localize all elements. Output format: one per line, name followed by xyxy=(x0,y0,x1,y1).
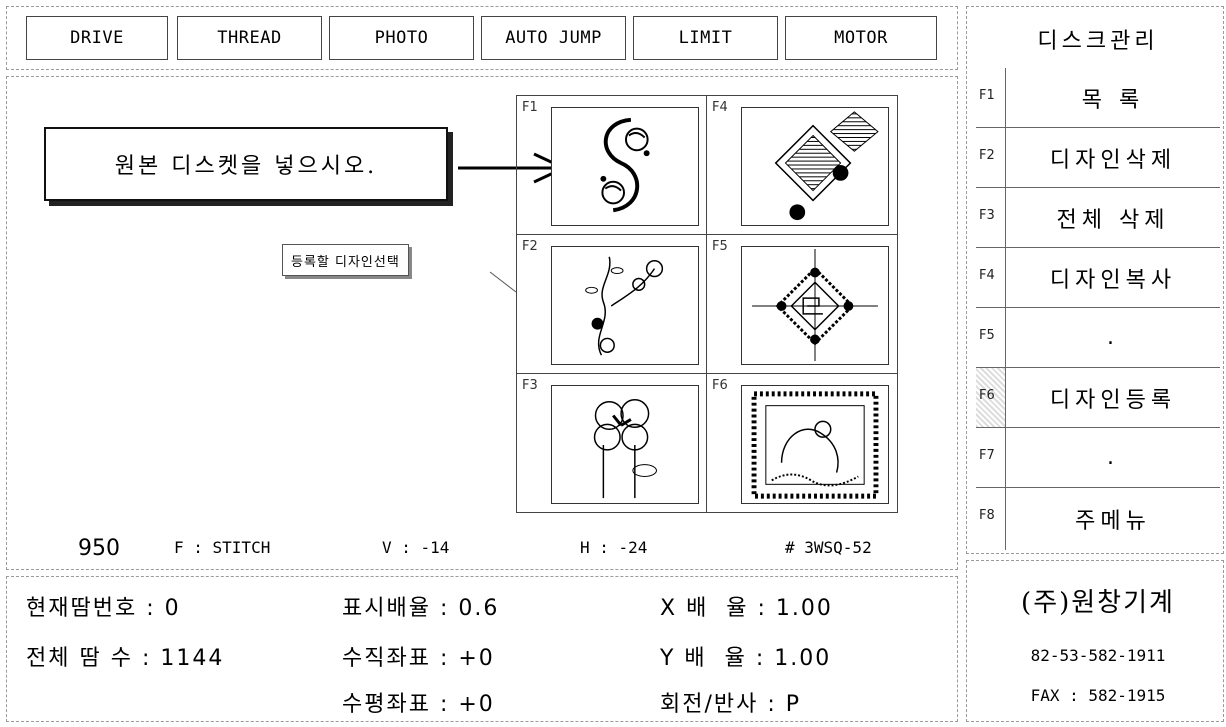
function-key-label: F8 xyxy=(976,488,1006,550)
sidebar-item-f7-empty[interactable]: F7 . xyxy=(976,428,1220,488)
design-thumbnail xyxy=(741,385,889,504)
slot-key-label: F5 xyxy=(712,239,728,254)
auto-jump-button[interactable]: AUTO JUMP xyxy=(481,16,626,60)
motor-button[interactable]: MOTOR xyxy=(785,16,937,60)
design-thumbnail xyxy=(741,246,889,365)
function-key-label: F2 xyxy=(976,128,1006,187)
sidebar-item-label: 디자인복사 xyxy=(1049,267,1177,293)
slot-key-label: F3 xyxy=(522,378,538,393)
design-slot-f3[interactable]: F3 xyxy=(517,374,707,512)
design-thumbnail xyxy=(551,246,699,365)
company-phone: 82-53-582-1911 xyxy=(1030,646,1166,665)
select-design-callout: 등록할 디자인선택 xyxy=(282,244,409,276)
function-key-label: F5 xyxy=(976,308,1006,367)
mode-status: F : STITCH xyxy=(174,538,271,557)
design-thumbnail xyxy=(741,107,889,226)
design-slot-f6[interactable]: F6 xyxy=(707,374,897,512)
total-stitch-count: 전체 땀 수 : 1144 xyxy=(26,646,225,671)
function-key-label: F3 xyxy=(976,188,1006,247)
horizontal-status: H : -24 xyxy=(580,538,648,557)
current-stitch-number: 현재땀번호 : 0 xyxy=(26,596,181,621)
design-slot-f4[interactable]: F4 xyxy=(707,96,897,234)
slot-key-label: F4 xyxy=(712,100,728,115)
function-key-label: F1 xyxy=(976,68,1006,127)
floral-vine-design-icon xyxy=(585,256,664,356)
display-scale: 표시배율 : 0.6 xyxy=(342,596,500,621)
design-code: # 3WSQ-52 xyxy=(785,538,872,557)
design-slot-f1[interactable]: F1 xyxy=(517,96,707,234)
sidebar-title: 디스크관리 xyxy=(976,10,1220,69)
sidebar-item-label: 디자인등록 xyxy=(1049,387,1177,413)
horizontal-coordinate: 수평좌표 : +0 xyxy=(342,692,495,717)
limit-button[interactable]: LIMIT xyxy=(633,16,778,60)
sidebar-item-register-design[interactable]: F6 디자인등록 xyxy=(976,368,1220,428)
company-name: (주)원창기계 xyxy=(1021,588,1175,618)
sidebar-item-label: 전체 삭제 xyxy=(1056,207,1170,233)
design-grid: F1 F4 F2 F5 F3 F6 xyxy=(516,95,898,513)
design-slot-f2[interactable]: F2 xyxy=(517,235,707,373)
function-key-label: F6 xyxy=(976,368,1006,427)
sidebar-item-label: 목 록 xyxy=(1081,87,1145,113)
slot-key-label: F6 xyxy=(712,378,728,393)
sidebar-item-f5-empty[interactable]: F5 . xyxy=(976,308,1220,368)
s-motif-design-icon xyxy=(600,117,650,213)
sidebar-item-copy-design[interactable]: F4 디자인복사 xyxy=(976,248,1220,308)
sidebar-item-list[interactable]: F1 목 록 xyxy=(976,68,1220,128)
sidebar-item-label: . xyxy=(1107,325,1119,350)
design-thumbnail xyxy=(551,385,699,504)
sidebar-item-label: 주메뉴 xyxy=(1075,509,1151,534)
ornamental-frame-design-icon xyxy=(751,391,879,499)
sidebar-item-delete-design[interactable]: F2 디자인삭제 xyxy=(976,128,1220,188)
rotation-mirror: 회전/반사 : P xyxy=(660,692,802,717)
sidebar-item-main-menu[interactable]: F8 주메뉴 xyxy=(976,488,1220,550)
vertical-status: V : -14 xyxy=(382,538,450,557)
design-thumbnail xyxy=(551,107,699,226)
slot-key-label: F2 xyxy=(522,239,538,254)
flower-design-icon xyxy=(593,399,657,499)
photo-button[interactable]: PHOTO xyxy=(329,16,474,60)
sidebar-item-label: . xyxy=(1107,445,1119,470)
y-scale: Y 배 율 : 1.00 xyxy=(660,646,832,671)
x-scale: X 배 율 : 1.00 xyxy=(660,596,833,621)
slot-key-label: F1 xyxy=(522,100,538,115)
drive-button[interactable]: DRIVE xyxy=(26,16,168,60)
instruction-message: 원본 디스켓을 넣으시오. xyxy=(44,127,448,201)
design-slot-f5[interactable]: F5 xyxy=(707,235,897,373)
sidebar-item-label: 디자인삭제 xyxy=(1049,147,1177,173)
stitch-count: 950 xyxy=(78,536,120,561)
vertical-coordinate: 수직좌표 : +0 xyxy=(342,646,495,671)
company-fax: FAX : 582-1915 xyxy=(1030,686,1166,705)
thread-button[interactable]: THREAD xyxy=(177,16,322,60)
diamond-design-icon xyxy=(774,111,879,221)
function-key-label: F4 xyxy=(976,248,1006,307)
geometric-medallion-design-icon xyxy=(752,248,878,362)
function-key-label: F7 xyxy=(976,428,1006,487)
sidebar-item-delete-all[interactable]: F3 전체 삭제 xyxy=(976,188,1220,248)
